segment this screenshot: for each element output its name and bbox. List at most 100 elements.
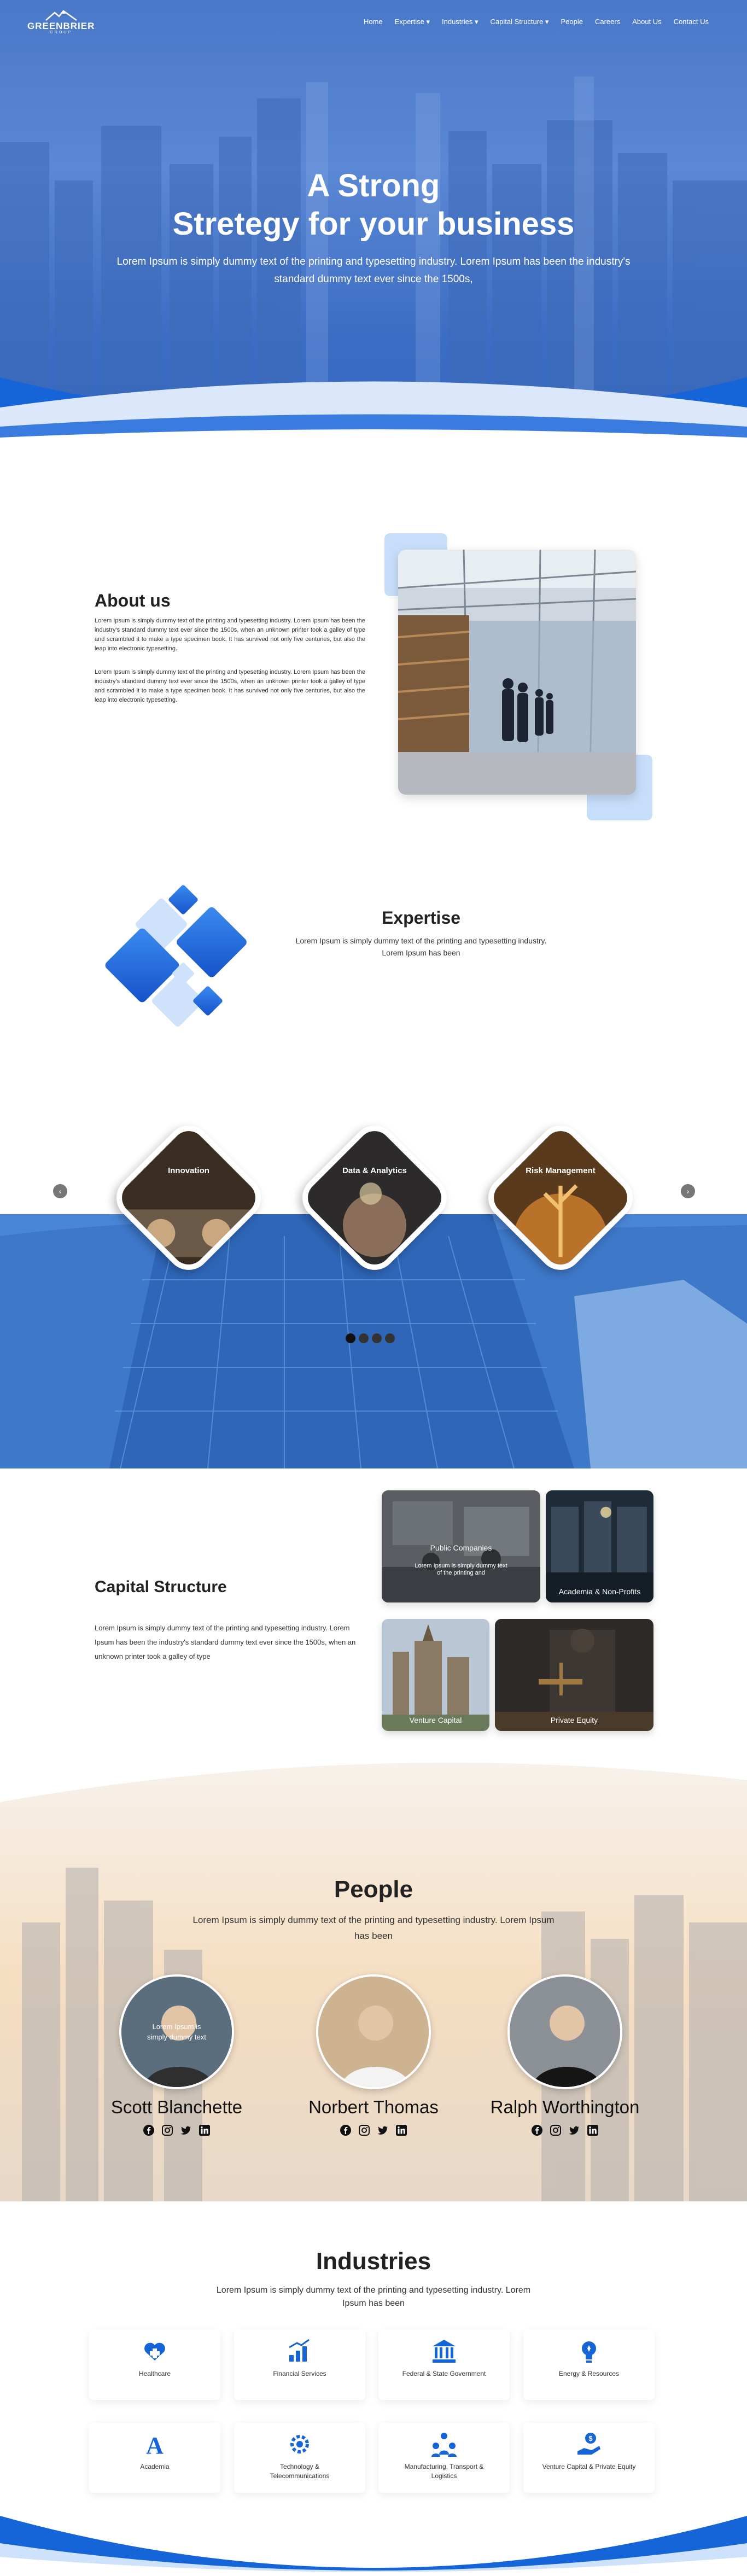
about-paragraph-1: Lorem Ipsum is simply dummy text of the … (95, 617, 365, 652)
avatar[interactable] (316, 1974, 431, 2089)
private-equity-label: Private Equity (550, 1716, 598, 1724)
svg-text:A: A (146, 2432, 164, 2459)
avatar[interactable] (507, 1974, 622, 2089)
instagram-icon[interactable] (161, 2124, 173, 2136)
facebook-icon[interactable] (531, 2124, 543, 2136)
industry-label: Academia (140, 2463, 170, 2470)
industry-card[interactable]: A Academia (89, 2423, 220, 2493)
nav-expertise[interactable]: Expertise ▾ (395, 18, 430, 26)
industry-card[interactable]: Manufacturing, Transport & Logistics (378, 2423, 510, 2493)
industry-card[interactable]: Financial Services (234, 2330, 365, 2400)
member-name: Norbert Thomas (308, 2097, 439, 2117)
member-name: Ralph Worthington (490, 2097, 640, 2117)
private-equity-card[interactable]: Private Equity (495, 1619, 653, 1731)
industry-card[interactable]: Federal & State Government (378, 2330, 510, 2400)
expertise-title: Expertise (381, 908, 461, 928)
nav-contact-us[interactable]: Contact Us (674, 18, 709, 26)
industries-description: Lorem Ipsum is simply dummy text of the … (216, 2286, 531, 2308)
linkedin-icon[interactable] (587, 2124, 599, 2136)
industry-card[interactable]: Energy & Resources (523, 2330, 655, 2400)
nav-careers[interactable]: Careers (595, 18, 620, 26)
carousel-dot[interactable] (385, 1333, 395, 1343)
nav-about-us[interactable]: About Us (632, 18, 661, 26)
hero-title: A Strong Stretegy for your business (0, 167, 747, 243)
people-title: People (334, 1876, 413, 1903)
hero-title-line1: A Strong (307, 168, 440, 203)
top-navigation: GREENBRIER GROUP Home Expertise ▾ Industri… (0, 0, 747, 44)
twitter-icon[interactable] (568, 2124, 580, 2136)
carousel-dot[interactable] (372, 1333, 382, 1343)
nav-home[interactable]: Home (364, 18, 383, 26)
nav-people[interactable]: People (561, 18, 582, 26)
industry-label: Technology & Telecommunications (270, 2463, 330, 2480)
industries-title: Industries (316, 2248, 431, 2275)
carousel-item[interactable]: Risk Management (478, 1116, 643, 1280)
manufacturing-group-icon (429, 2429, 459, 2459)
people-header: People Lorem Ipsum is simply dummy text … (0, 1876, 747, 1944)
venture-capital-label: Venture Capital (409, 1716, 462, 1724)
expertise-carousel: ‹ › Innovation Data & Analytics Risk Manag… (0, 1116, 747, 1468)
carousel-item-image (479, 1116, 642, 1279)
footer-wave-decoration (0, 2516, 747, 2576)
team-member-card: Ralph Worthington (477, 1974, 652, 2136)
svg-text:$: $ (588, 2434, 593, 2443)
carousel-prev-arrow[interactable]: ‹ (53, 1184, 67, 1198)
team-member-card: Norbert Thomas (286, 1974, 461, 2136)
public-companies-card[interactable]: Lorem Ipsum is simply dummy text of the … (382, 1490, 540, 1602)
carousel-dot[interactable] (359, 1333, 369, 1343)
avatar[interactable]: Lorem Ipsum is simply dummy text (119, 1974, 234, 2089)
social-links (286, 2124, 461, 2136)
linkedin-icon[interactable] (395, 2124, 407, 2136)
industry-card[interactable]: Healthcare (89, 2330, 220, 2400)
carousel-pagination (346, 1333, 395, 1343)
carousel-dot[interactable] (346, 1333, 355, 1343)
hero-subtitle: Lorem Ipsum is simply dummy text of the … (116, 256, 631, 285)
about-title: About us (95, 591, 171, 610)
academia-letter-a-icon: A (140, 2429, 170, 2459)
hero-section: A Strong Stretegy for your business Lore… (0, 0, 747, 481)
academia-nonprofits-card[interactable]: Academia & Non-Profits (546, 1490, 653, 1602)
expertise-description: Lorem Ipsum is simply dummy text of the … (295, 936, 547, 957)
carousel-item[interactable]: Innovation (107, 1116, 271, 1280)
private-equity-photo (495, 1619, 653, 1731)
industry-card[interactable]: $ Venture Capital & Private Equity (523, 2423, 655, 2493)
instagram-icon[interactable] (550, 2124, 562, 2136)
facebook-icon[interactable] (340, 2124, 352, 2136)
public-companies-label: Public Companies (430, 1543, 492, 1552)
blue-diamonds-graphic (105, 885, 247, 1027)
about-paragraph-2: Lorem Ipsum is simply dummy text of the … (95, 669, 365, 703)
logo[interactable]: GREENBRIER GROUP (27, 9, 95, 34)
carousel-item-label: Data & Analytics (342, 1166, 407, 1175)
avatar-overlay-text: Lorem Ipsum is simply dummy text (147, 2023, 206, 2041)
facebook-icon[interactable] (143, 2124, 155, 2136)
brand-subtitle: GROUP (50, 31, 73, 34)
nav-capital-structure[interactable]: Capital Structure ▾ (491, 18, 549, 26)
linkedin-icon[interactable] (199, 2124, 211, 2136)
industry-label: Federal & State Government (402, 2370, 486, 2377)
healthcare-icon (140, 2336, 170, 2366)
venture-capital-card[interactable]: Venture Capital (382, 1619, 489, 1731)
capital-structure-title: Capital Structure (95, 1578, 227, 1596)
carousel-item-image (107, 1116, 270, 1279)
financial-services-icon (285, 2336, 314, 2366)
carousel-item[interactable]: Data & Analytics (293, 1116, 457, 1280)
industry-card[interactable]: Technology & Telecommunications (234, 2423, 365, 2493)
social-links (89, 2124, 264, 2136)
instagram-icon[interactable] (358, 2124, 370, 2136)
about-image-block (384, 533, 652, 820)
twitter-icon[interactable] (180, 2124, 192, 2136)
energy-bulb-icon (574, 2336, 604, 2366)
industry-label: Manufacturing, Transport & Logistics (404, 2463, 484, 2480)
twitter-icon[interactable] (377, 2124, 389, 2136)
capital-structure-text: Capital Structure Lorem Ipsum is simply … (95, 1578, 365, 1664)
industries-section: Industries Lorem Ipsum is simply dummy t… (0, 2201, 747, 2576)
industry-label: Financial Services (273, 2370, 326, 2377)
industry-label: Venture Capital & Private Equity (542, 2463, 636, 2470)
carousel-next-arrow[interactable]: › (681, 1184, 695, 1198)
venture-capital-photo (382, 1619, 489, 1731)
social-links (477, 2124, 652, 2136)
member-name: Scott Blanchette (110, 2097, 243, 2117)
nav-industries[interactable]: Industries ▾ (442, 18, 478, 26)
capital-structure-section: Capital Structure Lorem Ipsum is simply … (0, 1468, 747, 1758)
carousel-item-image (293, 1116, 456, 1279)
